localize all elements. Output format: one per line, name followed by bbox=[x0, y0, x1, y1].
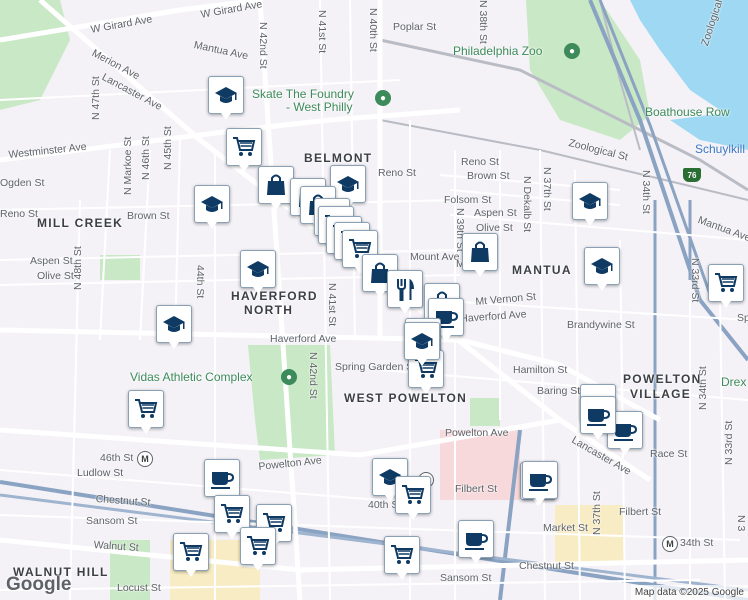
street-label: N 42nd St bbox=[307, 352, 319, 399]
poi-label-skate[interactable]: Skate The Foundry bbox=[252, 88, 354, 100]
grocery-marker-icon[interactable] bbox=[708, 264, 744, 308]
map-credits[interactable]: Map data ©2025 Google bbox=[630, 585, 748, 600]
neighborhood-label: VILLAGE bbox=[630, 387, 692, 401]
street-label: Chestnut St bbox=[519, 560, 574, 572]
street-label: Sansom St bbox=[440, 572, 492, 584]
map-viewport[interactable]: W Girard Ave W Girard Ave Mantua Ave Mer… bbox=[0, 0, 748, 600]
street-label: Folsom St bbox=[444, 194, 492, 206]
google-logo: Google bbox=[6, 574, 72, 595]
street-label: Filbert St bbox=[455, 483, 498, 495]
street-label: Reno St bbox=[378, 167, 416, 179]
street-label: N 45th St bbox=[162, 126, 174, 170]
street-label: N 42nd St bbox=[257, 22, 269, 69]
street-label: Sansom St bbox=[86, 515, 138, 527]
school-marker-icon[interactable] bbox=[404, 322, 440, 366]
cafe-marker-icon[interactable] bbox=[204, 459, 240, 503]
street-label: Olive St bbox=[37, 270, 74, 282]
street-label: N 33rd St bbox=[723, 420, 735, 465]
street-label: Powelton Ave bbox=[445, 427, 509, 439]
grocery-marker-icon[interactable] bbox=[128, 390, 164, 434]
metro-station-icon[interactable]: M bbox=[662, 536, 678, 552]
poi-label-boathouse[interactable]: Boathouse Row bbox=[645, 106, 730, 118]
street-label: N 3 bbox=[735, 515, 747, 532]
street-label: 46th St bbox=[100, 452, 134, 464]
neighborhood-label: POWELTON bbox=[623, 372, 702, 386]
street-label: Baring St bbox=[537, 385, 581, 397]
school-marker-icon[interactable] bbox=[208, 76, 244, 120]
cafe-marker-icon[interactable] bbox=[580, 396, 616, 440]
grocery-marker-icon[interactable] bbox=[395, 476, 431, 520]
poi-label-drex[interactable]: Drex bbox=[721, 376, 746, 388]
street-label: Poplar St bbox=[393, 21, 437, 33]
street-label: Spring Garden St bbox=[335, 361, 417, 373]
shopping-marker-icon[interactable] bbox=[462, 233, 498, 277]
shopping-marker-icon[interactable] bbox=[258, 166, 294, 210]
street-label: Spring bbox=[737, 312, 748, 324]
school-marker-icon[interactable] bbox=[240, 250, 276, 294]
park-pin-icon[interactable]: ● bbox=[375, 90, 391, 106]
grocery-marker-icon[interactable] bbox=[384, 536, 420, 580]
street-label: N 33rd St bbox=[689, 258, 701, 303]
school-marker-icon[interactable] bbox=[156, 305, 192, 349]
street-label: Brown St bbox=[467, 170, 510, 182]
street-label: Ogden St bbox=[0, 177, 45, 189]
street-label: 34th St bbox=[680, 537, 714, 549]
street-label: N 48th St bbox=[72, 246, 84, 290]
school-marker-icon[interactable] bbox=[584, 247, 620, 291]
highway-shield-icon: 76 bbox=[683, 168, 701, 182]
restaurant-marker-icon[interactable] bbox=[387, 270, 423, 314]
street-label: 44th St bbox=[194, 265, 206, 299]
street-label: Market St bbox=[543, 522, 588, 534]
cafe-marker-icon[interactable] bbox=[458, 520, 494, 564]
street-label: N 37th St bbox=[541, 167, 553, 211]
street-label: N 41st St bbox=[326, 283, 338, 327]
street-label: N 38th St bbox=[477, 0, 489, 44]
cafe-marker-icon[interactable] bbox=[522, 461, 558, 505]
park-pin-icon[interactable]: ● bbox=[281, 369, 297, 385]
street-label: N 41st St bbox=[316, 10, 328, 54]
street-label: N Markoe St bbox=[122, 136, 134, 195]
grocery-marker-icon[interactable] bbox=[173, 533, 209, 577]
street-label: N Dekalb St bbox=[521, 176, 533, 233]
street-label: N 40th St bbox=[367, 8, 379, 52]
street-label: Olive St bbox=[476, 222, 513, 234]
neighborhood-label: MANTUA bbox=[512, 263, 572, 277]
street-label: Aspen St bbox=[30, 255, 73, 267]
street-label: N 47th St bbox=[90, 76, 102, 120]
street-label: Haverford Ave bbox=[270, 333, 337, 345]
street-label: Race St bbox=[650, 448, 688, 460]
street-label: Filbert St bbox=[619, 506, 662, 518]
street-label: N 37th St bbox=[591, 491, 603, 535]
street-label: N 34th St bbox=[640, 170, 652, 214]
school-marker-icon[interactable] bbox=[572, 182, 608, 226]
water-label: Schuylkill R bbox=[695, 142, 748, 156]
grocery-marker-icon[interactable] bbox=[226, 128, 262, 172]
neighborhood-label: HAVERFORD bbox=[231, 289, 318, 303]
street-label: Locust St bbox=[117, 582, 161, 594]
street-label: Brandywine St bbox=[567, 319, 635, 331]
school-marker-icon[interactable] bbox=[194, 185, 230, 229]
zoo-pin-icon[interactable]: ● bbox=[564, 43, 580, 59]
street-label: Hamilton St bbox=[513, 364, 568, 376]
neighborhood-label: NORTH bbox=[244, 303, 294, 317]
street-label: Aspen St bbox=[474, 207, 517, 219]
neighborhood-label: WEST POWELTON bbox=[344, 391, 468, 405]
grocery-marker-icon[interactable] bbox=[240, 527, 276, 571]
metro-station-icon[interactable]: M bbox=[137, 451, 153, 467]
poi-label-vidas[interactable]: Vidas Athletic Complex bbox=[130, 371, 253, 383]
street-label: Reno St bbox=[0, 208, 38, 220]
street-label: Brown St bbox=[127, 210, 170, 222]
neighborhood-label: BELMONT bbox=[304, 151, 373, 165]
street-label: Ludlow St bbox=[77, 467, 124, 479]
street-label: N 46th St bbox=[140, 136, 152, 180]
street-label: Reno St bbox=[461, 156, 499, 168]
poi-label-skate-2[interactable]: - West Philly bbox=[286, 101, 352, 113]
poi-label-zoo[interactable]: Philadelphia Zoo bbox=[453, 45, 542, 57]
street-label: Mount Ave bbox=[410, 251, 460, 263]
neighborhood-label: MILL CREEK bbox=[37, 216, 124, 230]
